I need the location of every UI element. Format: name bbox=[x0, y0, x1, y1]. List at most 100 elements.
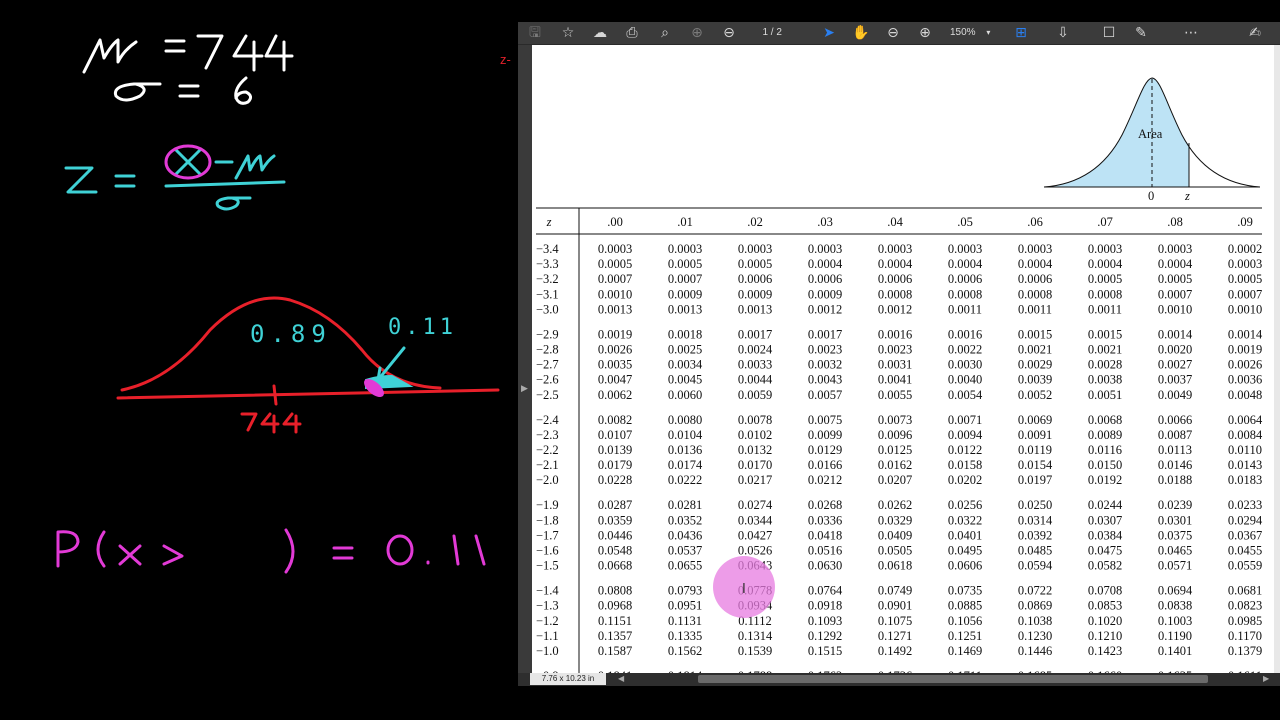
table-cell: 0.0012 bbox=[878, 302, 912, 316]
print-icon[interactable]: ⎙ bbox=[623, 24, 641, 42]
table-cell: 0.0007 bbox=[668, 272, 702, 286]
left-area-label: 0.89 bbox=[250, 320, 332, 348]
column-header: .06 bbox=[1027, 215, 1043, 229]
table-cell: 0.0446 bbox=[598, 528, 632, 542]
fraction-bar bbox=[164, 180, 286, 188]
zoom-search-icon[interactable]: ⌕ bbox=[656, 24, 674, 42]
zoom-level-box[interactable]: 150% ▾ bbox=[950, 25, 996, 41]
scroll-right-icon[interactable]: ▶ bbox=[1263, 673, 1269, 685]
table-cell: 0.1379 bbox=[1228, 644, 1262, 658]
right-area-label: 0.11 bbox=[388, 315, 457, 340]
table-cell: 0.0036 bbox=[1228, 373, 1262, 387]
table-cell: 0.0009 bbox=[668, 287, 702, 301]
x-letter-2 bbox=[118, 544, 142, 566]
column-header: .02 bbox=[747, 215, 763, 229]
table-row: −1.50.06680.06550.06430.06300.06180.0606… bbox=[536, 559, 1262, 573]
table-cell: 0.0019 bbox=[598, 327, 632, 341]
row-z-label: −3.1 bbox=[536, 287, 559, 301]
pdf-viewer: 🖫 ☆ ☁ ⎙ ⌕ ⊕ ⊖ 1 / 2 ➤ ✋ ⊖ ⊕ 150% ▾ ⊞ ⇩ ☐… bbox=[518, 22, 1280, 686]
table-cell: 0.0055 bbox=[878, 388, 912, 402]
page-number-box[interactable]: 1 / 2 bbox=[754, 25, 796, 41]
table-cell: 0.0110 bbox=[1228, 443, 1262, 457]
table-row: −1.30.09680.09510.09340.09180.09010.0885… bbox=[536, 599, 1262, 613]
table-row: −1.40.08080.07930.07780.07640.07490.0735… bbox=[536, 584, 1262, 598]
table-cell: 0.0006 bbox=[878, 272, 912, 286]
table-cell: 0.0011 bbox=[1018, 302, 1052, 316]
vertical-scrollbar[interactable] bbox=[1274, 45, 1280, 673]
table-cell: 0.1357 bbox=[598, 629, 632, 643]
zoom-in-icon[interactable]: ⊕ bbox=[916, 24, 934, 42]
table-cell: 0.0016 bbox=[948, 327, 982, 341]
probability-statement bbox=[56, 528, 486, 574]
table-cell: 0.0005 bbox=[1228, 272, 1262, 286]
mean-value-note bbox=[82, 34, 294, 74]
table-cell: 0.0606 bbox=[948, 559, 982, 573]
table-cell: 0.0571 bbox=[1158, 559, 1192, 573]
table-cell: 0.1492 bbox=[878, 644, 912, 658]
equals-4 bbox=[332, 546, 354, 560]
row-z-label: −1.4 bbox=[536, 584, 559, 598]
table-cell: 0.0475 bbox=[1088, 544, 1122, 558]
table-cell: 0.0006 bbox=[1018, 272, 1052, 286]
table-cell: 0.0014 bbox=[1158, 327, 1193, 341]
table-cell: 0.0026 bbox=[1228, 358, 1262, 372]
row-z-label: −1.5 bbox=[536, 559, 559, 573]
table-cell: 0.0154 bbox=[1018, 458, 1053, 472]
scroll-mode-icon[interactable]: ⇩ bbox=[1054, 24, 1072, 42]
table-cell: 0.0045 bbox=[668, 373, 702, 387]
zoom-out-icon[interactable]: ⊖ bbox=[884, 24, 902, 42]
table-row: −1.2 0.1151 0.1131 0.1112 0.1093 0.1075 0.1056… bbox=[536, 614, 1262, 628]
highlight-pen-icon[interactable]: ✎ bbox=[1132, 24, 1150, 42]
table-cell: 0.0057 bbox=[808, 388, 842, 402]
table-cell: 0.0084 bbox=[1228, 428, 1263, 442]
digit-4-a bbox=[232, 34, 264, 72]
table-cell: 0.0087 bbox=[1158, 428, 1192, 442]
table-cell: 0.0735 bbox=[948, 584, 982, 598]
table-cell: 0.0107 bbox=[598, 428, 632, 442]
row-z-label: −1.2 bbox=[536, 614, 559, 628]
table-cell: 0.0008 bbox=[1018, 287, 1052, 301]
expand-arrow-icon[interactable]: ▶ bbox=[521, 383, 528, 394]
comment-icon[interactable]: ☐ bbox=[1100, 24, 1118, 42]
select-cursor-icon[interactable]: ➤ bbox=[820, 24, 838, 42]
page-current[interactable]: 1 bbox=[754, 25, 768, 41]
page-up-icon[interactable]: ⊕ bbox=[688, 24, 706, 42]
table-cell: 0.1335 bbox=[668, 629, 702, 643]
table-cell: 0.0618 bbox=[878, 559, 912, 573]
zoom-dropdown-icon[interactable]: ▾ bbox=[986, 28, 990, 37]
upload-cloud-icon[interactable]: ☁ bbox=[591, 24, 609, 42]
table-cell: 0.0006 bbox=[738, 272, 772, 286]
bookmark-star-icon[interactable]: ☆ bbox=[559, 24, 577, 42]
table-cell: 0.0427 bbox=[738, 528, 772, 542]
table-cell: 0.0104 bbox=[668, 428, 703, 442]
table-cell: 0.0359 bbox=[598, 513, 632, 527]
table-cell: 0.0094 bbox=[948, 428, 983, 442]
table-cell: 0.0096 bbox=[878, 428, 912, 442]
equals-3 bbox=[114, 174, 136, 188]
table-row: −2.7 0.0035 0.0034 0.0033 0.0032 0.0031 0.0030… bbox=[536, 358, 1262, 372]
table-cell: 0.1446 bbox=[1018, 644, 1052, 658]
fit-page-icon[interactable]: ⊞ bbox=[1012, 24, 1030, 42]
zoom-level[interactable]: 150% bbox=[950, 27, 976, 38]
table-cell: 0.0008 bbox=[878, 287, 912, 301]
equals-1 bbox=[164, 39, 186, 53]
save-icon[interactable]: 🖫 bbox=[526, 24, 544, 42]
hand-pan-icon[interactable]: ✋ bbox=[852, 24, 870, 42]
table-cell: 0.0051 bbox=[1088, 388, 1122, 402]
sidebar-toggle-strip[interactable]: ▶ bbox=[518, 45, 532, 673]
baseline bbox=[116, 388, 500, 400]
table-cell: 0.0068 bbox=[1088, 413, 1122, 427]
page-down-icon[interactable]: ⊖ bbox=[720, 24, 738, 42]
table-cell: 0.0004 bbox=[878, 257, 913, 271]
share-sign-icon[interactable]: ✍ bbox=[1246, 24, 1264, 42]
table-cell: 0.0004 bbox=[1018, 257, 1053, 271]
table-cell: 0.0495 bbox=[948, 544, 982, 558]
horizontal-scrollbar-thumb[interactable] bbox=[698, 675, 1208, 683]
table-cell: 0.0951 bbox=[668, 599, 702, 613]
text-cursor-icon: I bbox=[742, 582, 746, 597]
table-cell: 0.0049 bbox=[1158, 388, 1192, 402]
scroll-left-icon[interactable]: ◀ bbox=[618, 673, 624, 685]
area-diagram: Area 0 z bbox=[1043, 77, 1261, 203]
more-menu-icon[interactable]: ⋯ bbox=[1182, 24, 1200, 42]
table-cell: 0.0143 bbox=[1228, 458, 1262, 472]
